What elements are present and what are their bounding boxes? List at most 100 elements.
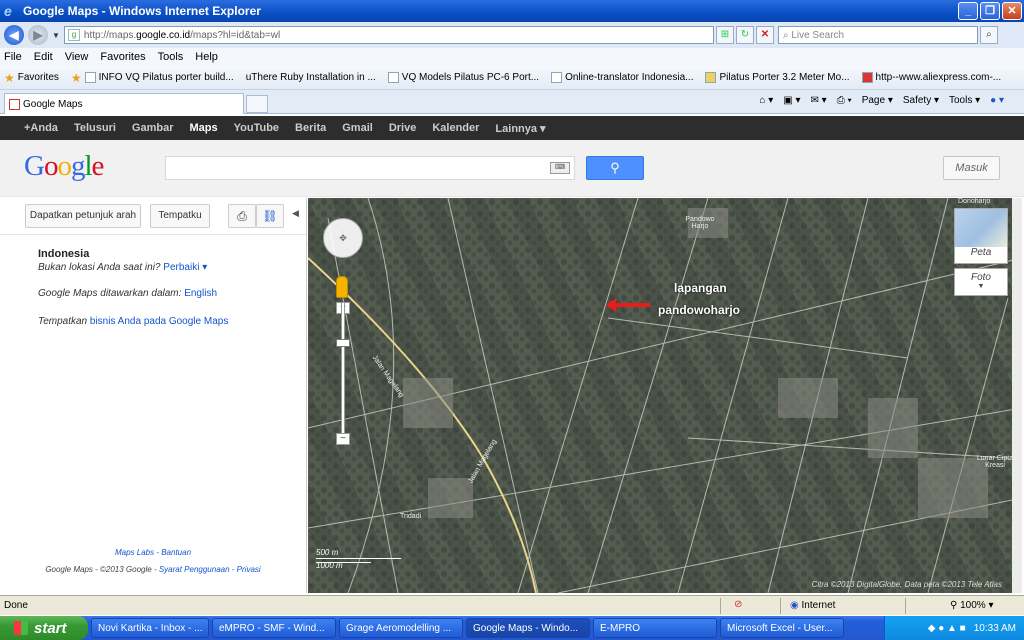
- clock[interactable]: 10:33 AM: [974, 623, 1016, 634]
- fix-location-link[interactable]: Perbaiki ▾: [163, 262, 207, 273]
- favorite-item[interactable]: ★ INFO VQ Pilatus porter build...: [71, 71, 234, 85]
- favorite-item[interactable]: uThere Ruby Installation in ...: [246, 72, 376, 83]
- map-type-peta[interactable]: Peta: [954, 208, 1008, 264]
- divider: [905, 598, 906, 614]
- gbar-kalender[interactable]: Kalender: [432, 122, 479, 134]
- favorite-label: Online-translator Indonesia...: [565, 72, 694, 83]
- maps-labs-link[interactable]: Maps Labs - Bantuan: [0, 548, 306, 557]
- link-icon[interactable]: ⛓: [256, 204, 284, 228]
- zoom-slider[interactable]: [341, 302, 345, 442]
- address-prefix: http://maps.: [83, 29, 137, 41]
- favorites-button[interactable]: ★ Favorites: [4, 71, 59, 85]
- window-title: Google Maps - Windows Internet Explorer: [23, 4, 261, 18]
- taskbar-item[interactable]: eMPRO - SMF - Wind...: [212, 618, 336, 638]
- maximize-button[interactable]: ❐: [980, 2, 1000, 20]
- close-button[interactable]: ✕: [1002, 2, 1022, 20]
- left-footer: Maps Labs - Bantuan Google Maps - ©2013 …: [0, 548, 306, 574]
- satellite-map[interactable]: ✥ + − Peta Foto ▼ lapangan pandowoharjo …: [308, 198, 1022, 593]
- search-button[interactable]: ⚲: [586, 156, 644, 180]
- terms-link[interactable]: Syarat Penggunaan - Privasi: [159, 565, 261, 574]
- vertical-scrollbar[interactable]: [1012, 198, 1022, 593]
- menu-tools[interactable]: Tools: [158, 51, 184, 63]
- compat-view-icon[interactable]: ⊞: [715, 26, 734, 44]
- menu-view[interactable]: View: [65, 51, 89, 63]
- taskbar-item[interactable]: Novi Kartika - Inbox - ...: [91, 618, 209, 638]
- new-tab-button[interactable]: [246, 95, 268, 113]
- sign-in-button[interactable]: Masuk: [943, 156, 1000, 180]
- favorite-item[interactable]: Pilatus Porter 3.2 Meter Mo...: [705, 72, 850, 83]
- place-donoharjo[interactable]: Donoharjo: [958, 198, 990, 205]
- home-icon[interactable]: ⌂ ▾: [759, 95, 773, 106]
- zone-label: Internet: [801, 600, 836, 611]
- favorite-item[interactable]: http--www.aliexpress.com-...: [861, 72, 1001, 83]
- gbar-youtube[interactable]: YouTube: [234, 122, 279, 134]
- live-search-input[interactable]: ⌕ Live Search: [777, 26, 978, 44]
- mail-icon[interactable]: ✉ ▾: [811, 95, 827, 106]
- tab-google-maps[interactable]: Google Maps: [4, 93, 244, 114]
- refresh-icon[interactable]: ↻: [735, 26, 754, 44]
- scale-bar: [316, 558, 401, 559]
- map-type-foto[interactable]: Foto ▼: [954, 268, 1008, 296]
- menu-favorites[interactable]: Favorites: [100, 51, 145, 63]
- zoom-slider-thumb[interactable]: [336, 339, 350, 347]
- zoom-level[interactable]: ⚲ 100% ▾: [950, 600, 993, 611]
- page-menu[interactable]: Page ▾: [862, 95, 893, 106]
- help-icon[interactable]: ● ▾: [990, 95, 1004, 106]
- keyboard-icon[interactable]: ⌨: [550, 162, 570, 174]
- gbar-gmail[interactable]: Gmail: [342, 122, 373, 134]
- protected-mode-icon[interactable]: ⊘: [734, 599, 742, 610]
- taskbar-item[interactable]: E-MPRO: [593, 618, 717, 638]
- annotation-lapangan: lapangan: [674, 281, 727, 295]
- history-dropdown-icon[interactable]: ▼: [52, 31, 60, 40]
- taskbar-item[interactable]: Grage Aeromodelling ...: [339, 618, 463, 638]
- map-scale: 500 m 1000 m: [316, 548, 401, 570]
- country-name: Indonesia: [38, 248, 90, 260]
- safety-menu[interactable]: Safety ▾: [903, 95, 939, 106]
- maps-search-input[interactable]: ⌨: [165, 156, 575, 180]
- business-link[interactable]: bisnis Anda pada Google Maps: [90, 316, 228, 327]
- gbar-maps[interactable]: Maps: [190, 122, 218, 134]
- place-tridadi[interactable]: Tridadi: [400, 513, 421, 520]
- zoom-out-button[interactable]: −: [336, 433, 350, 445]
- address-bar[interactable]: g http://maps. google.co.id/maps?hl=id&ta…: [63, 26, 714, 44]
- favorites-bar: ★ Favorites ★ INFO VQ Pilatus porter build…: [0, 66, 1024, 90]
- gbar-drive[interactable]: Drive: [389, 122, 417, 134]
- gbar-telusuri[interactable]: Telusuri: [74, 122, 116, 134]
- command-bar: ⌂ ▾ ▣ ▾ ✉ ▾ ⎙ ▾ Page ▾ Safety ▾ Tools ▾ …: [749, 95, 1004, 106]
- favorites-label: Favorites: [17, 72, 59, 83]
- taskbar-item-active[interactable]: Google Maps - Windo...: [466, 618, 590, 638]
- place-lunar-cipta[interactable]: Lunar Cipta Kreasi: [973, 455, 1017, 469]
- zoom-icon: ⚲: [950, 600, 961, 611]
- menu-edit[interactable]: Edit: [34, 51, 53, 63]
- pan-control[interactable]: ✥: [323, 218, 363, 258]
- pegman-icon[interactable]: [336, 276, 348, 298]
- my-places-button[interactable]: Tempatku: [150, 204, 210, 228]
- menu-help[interactable]: Help: [195, 51, 218, 63]
- english-link[interactable]: English: [184, 288, 217, 299]
- gbar-gambar[interactable]: Gambar: [132, 122, 174, 134]
- menu-file[interactable]: File: [4, 51, 22, 63]
- collapse-panel-icon[interactable]: ◀: [292, 208, 299, 219]
- print-icon[interactable]: ⎙ ▾: [837, 95, 852, 106]
- feeds-icon[interactable]: ▣ ▾: [783, 95, 800, 106]
- page-icon: [551, 72, 563, 83]
- annotation-pandowoharjo: pandowoharjo: [658, 303, 740, 317]
- stop-icon[interactable]: ✕: [755, 26, 774, 44]
- start-button[interactable]: start: [0, 616, 88, 640]
- gbar-lainnya[interactable]: Lainnya ▾: [495, 122, 545, 135]
- taskbar-item[interactable]: Microsoft Excel - User...: [720, 618, 844, 638]
- favorite-item[interactable]: Online-translator Indonesia...: [551, 72, 693, 83]
- tools-menu[interactable]: Tools ▾: [949, 95, 980, 106]
- directions-button[interactable]: Dapatkan petunjuk arah: [25, 204, 141, 228]
- minimize-button[interactable]: _: [958, 2, 978, 20]
- gbar-berita[interactable]: Berita: [295, 122, 326, 134]
- tray-icons[interactable]: ◆ ● ▲ ■: [928, 623, 966, 634]
- forward-button[interactable]: ▶: [28, 25, 48, 45]
- favorite-item[interactable]: VQ Models Pilatus PC-6 Port...: [387, 72, 539, 83]
- print-icon[interactable]: ⎙: [228, 204, 256, 228]
- gbar-plus-anda[interactable]: +Anda: [24, 122, 58, 134]
- place-pandowo-harjo[interactable]: Pandowo Harjo: [680, 216, 720, 230]
- search-go-icon[interactable]: ⌕: [979, 26, 998, 44]
- back-button[interactable]: ◀: [4, 25, 24, 45]
- google-logo[interactable]: Google: [24, 150, 104, 183]
